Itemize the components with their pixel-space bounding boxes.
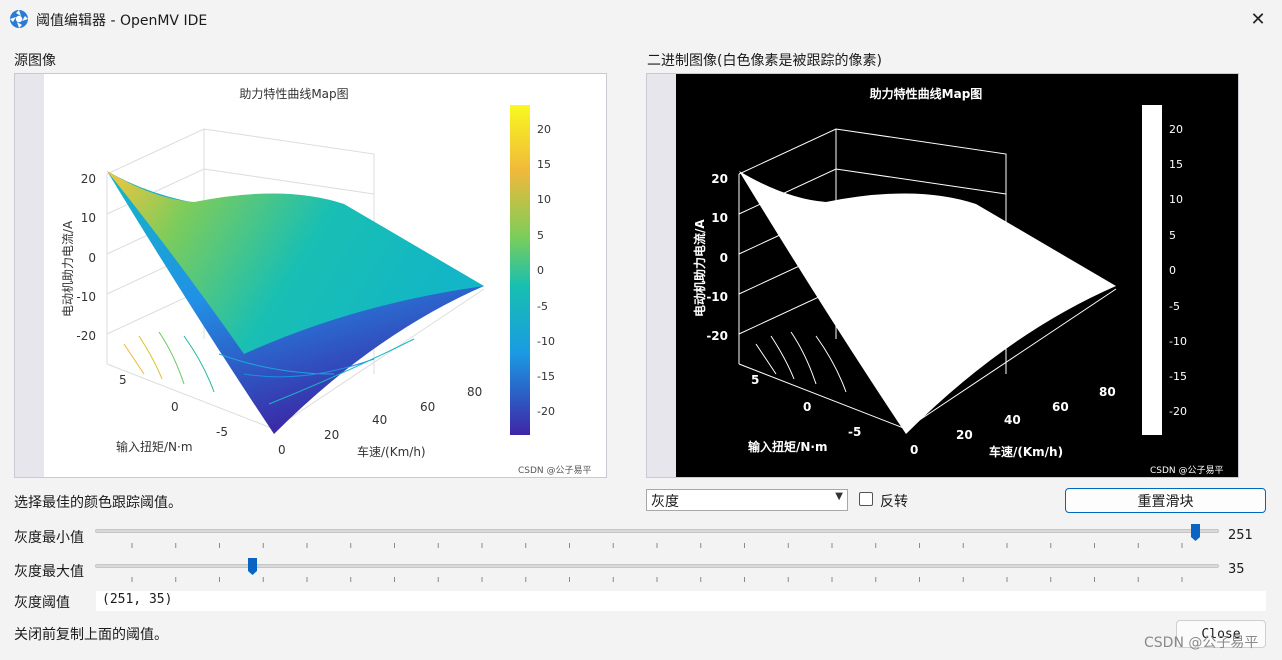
color-mode-select[interactable]: 灰度 ▼ — [646, 489, 848, 511]
speed-tick: 40 — [372, 413, 387, 427]
colorbar-tick: -15 — [537, 370, 555, 383]
speed-tick: 40 — [1004, 413, 1021, 427]
invert-label: 反转 — [880, 494, 908, 510]
colorbar-tick: -5 — [1169, 300, 1180, 313]
threshold-label: 灰度阈值 — [14, 595, 70, 611]
z-tick: 20 — [81, 172, 96, 186]
z-tick: 0 — [88, 251, 96, 265]
reset-sliders-button[interactable]: 重置滑块 — [1065, 488, 1266, 513]
z-axis-label: 电动机助力电流/A — [61, 220, 75, 317]
source-image-panel: 助力特性曲线Map图 20 10 0 -10 -20 电动机助力电流/A 5 0… — [14, 73, 607, 478]
window-close-button[interactable]: ✕ — [1238, 4, 1278, 34]
binary-image-panel: 助力特性曲线Map图 20 10 0 -10 -20 电动机助力电流/A 5 0 — [646, 73, 1239, 478]
binary-colorbar — [1142, 105, 1162, 435]
torque-tick: -5 — [216, 425, 228, 439]
binary-plot: 助力特性曲线Map图 20 10 0 -10 -20 电动机助力电流/A 5 0 — [676, 74, 1238, 477]
torque-tick: 0 — [171, 400, 179, 414]
z-tick: -10 — [76, 290, 96, 304]
colorbar-tick: 20 — [537, 123, 551, 136]
speed-tick: 0 — [278, 443, 286, 457]
colorbar-tick: 10 — [1169, 193, 1183, 206]
colorbar-tick: -10 — [537, 335, 555, 348]
colorbar — [510, 105, 530, 435]
chevron-down-icon: ▼ — [835, 491, 843, 502]
window-title: 阈值编辑器 - OpenMV IDE — [36, 13, 208, 29]
torque-tick: 5 — [751, 373, 759, 387]
openmv-logo-icon — [10, 10, 28, 28]
binary-blob — [739, 171, 1116, 434]
torque-axis-label: 输入扭矩/N·m — [116, 439, 193, 454]
colorbar-tick: -20 — [1169, 405, 1187, 418]
speed-axis-label: 车速/(Km/h) — [989, 444, 1063, 459]
torque-tick: -5 — [848, 425, 861, 439]
colorbar-tick: 15 — [1169, 158, 1183, 171]
speed-tick: 20 — [956, 428, 973, 442]
min-slider-label: 灰度最小值 — [14, 530, 84, 546]
colorbar-tick: 5 — [1169, 229, 1176, 242]
speed-tick: 80 — [1099, 385, 1116, 399]
z-tick: -20 — [76, 329, 96, 343]
min-slider-ticks — [131, 543, 1183, 548]
colorbar-tick: 10 — [537, 193, 551, 206]
colorbar-tick: 15 — [537, 158, 551, 171]
speed-tick: 20 — [324, 428, 339, 442]
source-image-label: 源图像 — [14, 53, 56, 69]
source-plot: 助力特性曲线Map图 20 10 0 -10 -20 电动机助力电流/A 5 0… — [44, 74, 606, 477]
min-slider-track[interactable] — [95, 529, 1219, 533]
colorbar-tick: 20 — [1169, 123, 1183, 136]
hint-text: 选择最佳的颜色跟踪阈值。 — [14, 495, 182, 511]
title-bar: 阈值编辑器 - OpenMV IDE ✕ — [0, 0, 1282, 38]
z-axis-label: 电动机助力电流/A — [692, 219, 707, 317]
footer-note: 关闭前复制上面的阈值。 — [14, 627, 168, 643]
colorbar-tick: 0 — [537, 264, 544, 277]
z-tick: 0 — [720, 251, 728, 265]
max-slider-value: 35 — [1228, 562, 1245, 577]
tick-marks — [131, 577, 1183, 582]
colorbar-tick: -10 — [1169, 335, 1187, 348]
max-slider-thumb[interactable] — [247, 557, 258, 576]
threshold-field[interactable]: (251, 35) — [96, 591, 1266, 611]
torque-tick: 5 — [119, 373, 127, 387]
max-slider-label: 灰度最大值 — [14, 564, 84, 580]
plot-title: 助力特性曲线Map图 — [239, 86, 348, 101]
tick-marks — [131, 543, 1183, 548]
max-slider-ticks — [131, 577, 1183, 582]
z-tick: 20 — [711, 172, 728, 186]
speed-tick: 60 — [1052, 400, 1069, 414]
z-tick: -10 — [706, 290, 728, 304]
min-slider-value: 251 — [1228, 528, 1253, 543]
colorbar-tick: -15 — [1169, 370, 1187, 383]
speed-tick: 80 — [467, 385, 482, 399]
z-tick: -20 — [706, 329, 728, 343]
binary-image-label: 二进制图像(白色像素是被跟踪的像素) — [647, 53, 882, 69]
speed-tick: 0 — [910, 443, 918, 457]
speed-tick: 60 — [420, 400, 435, 414]
plot-credit: CSDN @公子易平 — [1150, 465, 1224, 476]
z-tick: 10 — [711, 211, 728, 225]
torque-axis-label: 输入扭矩/N·m — [748, 439, 828, 454]
watermark: CSDN @公子易平 — [1144, 635, 1259, 651]
color-mode-value: 灰度 — [651, 494, 679, 510]
max-slider-track[interactable] — [95, 564, 1219, 568]
z-tick: 10 — [81, 211, 96, 225]
threshold-value: (251, 35) — [102, 592, 173, 607]
colorbar-tick: -20 — [537, 405, 555, 418]
speed-axis-label: 车速/(Km/h) — [357, 444, 426, 459]
min-slider-thumb[interactable] — [1190, 523, 1201, 542]
torque-tick: 0 — [803, 400, 811, 414]
invert-checkbox[interactable] — [859, 492, 873, 506]
plot-credit: CSDN @公子易平 — [518, 465, 592, 476]
binary-plot-title: 助力特性曲线Map图 — [870, 86, 983, 101]
colorbar-tick: 0 — [1169, 264, 1176, 277]
colorbar-tick: -5 — [537, 300, 548, 313]
colorbar-tick: 5 — [537, 229, 544, 242]
